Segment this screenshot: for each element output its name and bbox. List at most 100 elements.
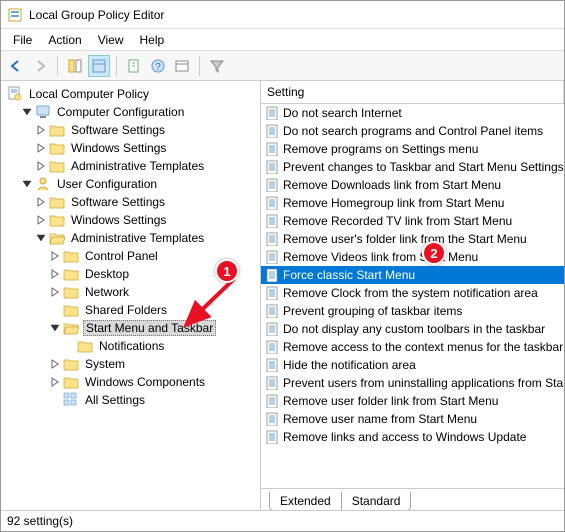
- setting-icon: [265, 160, 279, 174]
- caret-down-icon[interactable]: [35, 232, 47, 244]
- tree-system[interactable]: System: [49, 355, 260, 373]
- list-row[interactable]: Hide the notification area: [261, 356, 564, 374]
- status-text: 92 setting(s): [7, 514, 73, 528]
- svg-text:?: ?: [155, 62, 161, 73]
- forward-button[interactable]: [29, 55, 51, 77]
- list-row[interactable]: Prevent grouping of taskbar items: [261, 302, 564, 320]
- folder-icon: [77, 338, 93, 354]
- window-title: Local Group Policy Editor: [29, 8, 164, 22]
- tree-uc-windows-settings[interactable]: Windows Settings: [35, 211, 260, 229]
- setting-icon: [265, 268, 279, 282]
- annotation-badge-1: 1: [215, 259, 239, 283]
- help-button[interactable]: ?: [147, 55, 169, 77]
- properties-button[interactable]: [88, 55, 110, 77]
- list-row[interactable]: Do not display any custom toolbars in th…: [261, 320, 564, 338]
- list-row[interactable]: Remove user name from Start Menu: [261, 410, 564, 428]
- show-hide-tree-button[interactable]: [64, 55, 86, 77]
- tab-extended[interactable]: Extended: [269, 492, 342, 510]
- tree-root-label: Local Computer Policy: [27, 87, 151, 101]
- toolbar: ?: [1, 51, 564, 81]
- folder-open-icon: [49, 230, 65, 246]
- list-row[interactable]: Remove Clock from the system notificatio…: [261, 284, 564, 302]
- setting-icon: [265, 196, 279, 210]
- tree-uc-software-settings[interactable]: Software Settings: [35, 193, 260, 211]
- list-row-label: Remove Recorded TV link from Start Menu: [283, 214, 512, 228]
- list-row[interactable]: Prevent users from uninstalling applicat…: [261, 374, 564, 392]
- list-row[interactable]: Remove Videos link from Start Menu: [261, 248, 564, 266]
- list-row[interactable]: Remove Downloads link from Start Menu: [261, 176, 564, 194]
- folder-icon: [63, 284, 79, 300]
- list-row[interactable]: Do not search Internet: [261, 104, 564, 122]
- caret-right-icon[interactable]: [49, 286, 61, 298]
- caret-right-icon[interactable]: [49, 358, 61, 370]
- list-row[interactable]: Prevent changes to Taskbar and Start Men…: [261, 158, 564, 176]
- column-setting[interactable]: Setting: [261, 81, 564, 103]
- back-button[interactable]: [5, 55, 27, 77]
- list-row-label: Prevent changes to Taskbar and Start Men…: [283, 160, 564, 174]
- caret-right-icon[interactable]: [49, 250, 61, 262]
- caret-spacer: [49, 394, 61, 406]
- folder-icon: [49, 140, 65, 156]
- tree-label: System: [83, 357, 127, 371]
- caret-right-icon[interactable]: [35, 196, 47, 208]
- caret-right-icon[interactable]: [35, 142, 47, 154]
- tree-root[interactable]: Local Computer Policy: [7, 85, 260, 103]
- caret-right-icon[interactable]: [49, 268, 61, 280]
- tree-windows-components[interactable]: Windows Components: [49, 373, 260, 391]
- tree-cc-admin-templates[interactable]: Administrative Templates: [35, 157, 260, 175]
- menu-file[interactable]: File: [5, 31, 40, 49]
- list-row-label: Remove user name from Start Menu: [283, 412, 477, 426]
- menu-help[interactable]: Help: [132, 31, 173, 49]
- folder-icon: [49, 212, 65, 228]
- tab-standard[interactable]: Standard: [341, 492, 412, 510]
- view-button[interactable]: [171, 55, 193, 77]
- list-row[interactable]: Remove Homegroup link from Start Menu: [261, 194, 564, 212]
- list-rows[interactable]: Do not search InternetDo not search prog…: [261, 104, 564, 488]
- tree-label: Software Settings: [69, 195, 167, 209]
- setting-icon: [265, 178, 279, 192]
- caret-right-icon[interactable]: [35, 124, 47, 136]
- list-row[interactable]: Remove Recorded TV link from Start Menu: [261, 212, 564, 230]
- setting-icon: [265, 412, 279, 426]
- list-row[interactable]: Remove programs on Settings menu: [261, 140, 564, 158]
- app-icon: [7, 7, 23, 23]
- setting-icon: [265, 106, 279, 120]
- list-row[interactable]: Remove access to the context menus for t…: [261, 338, 564, 356]
- filter-button[interactable]: [206, 55, 228, 77]
- toolbar-separator: [57, 56, 58, 76]
- tree-cc-windows-settings[interactable]: Windows Settings: [35, 139, 260, 157]
- list-row[interactable]: Force classic Start Menu: [261, 266, 564, 284]
- list-row-label: Remove Clock from the system notificatio…: [283, 286, 538, 300]
- list-row[interactable]: Remove user's folder link from the Start…: [261, 230, 564, 248]
- caret-right-icon[interactable]: [35, 160, 47, 172]
- folder-icon: [63, 356, 79, 372]
- tree-uc-admin-templates[interactable]: Administrative Templates: [35, 229, 260, 247]
- caret-right-icon[interactable]: [35, 214, 47, 226]
- setting-icon: [265, 394, 279, 408]
- menu-action[interactable]: Action: [40, 31, 89, 49]
- caret-down-icon[interactable]: [21, 106, 33, 118]
- folder-open-icon: [63, 320, 79, 336]
- tree-cc-software-settings[interactable]: Software Settings: [35, 121, 260, 139]
- export-list-button[interactable]: [123, 55, 145, 77]
- tree-label: Windows Components: [83, 375, 207, 389]
- folder-icon: [49, 158, 65, 174]
- tree-label: Software Settings: [69, 123, 167, 137]
- tree-user-configuration[interactable]: User Configuration: [21, 175, 260, 193]
- list-row[interactable]: Do not search programs and Control Panel…: [261, 122, 564, 140]
- caret-right-icon[interactable]: [49, 376, 61, 388]
- list-header[interactable]: Setting: [261, 81, 564, 104]
- caret-down-icon[interactable]: [21, 178, 33, 190]
- annotation-badge-2: 2: [422, 241, 446, 265]
- caret-spacer: [49, 304, 61, 316]
- tree-all-settings[interactable]: All Settings: [49, 391, 260, 409]
- list-row[interactable]: Remove user folder link from Start Menu: [261, 392, 564, 410]
- setting-icon: [265, 124, 279, 138]
- caret-down-icon[interactable]: [49, 322, 61, 334]
- setting-icon: [265, 358, 279, 372]
- tree-computer-configuration[interactable]: Computer Configuration: [21, 103, 260, 121]
- tree-label: Administrative Templates: [69, 159, 206, 173]
- menu-view[interactable]: View: [90, 31, 132, 49]
- setting-icon: [265, 340, 279, 354]
- list-row[interactable]: Remove links and access to Windows Updat…: [261, 428, 564, 446]
